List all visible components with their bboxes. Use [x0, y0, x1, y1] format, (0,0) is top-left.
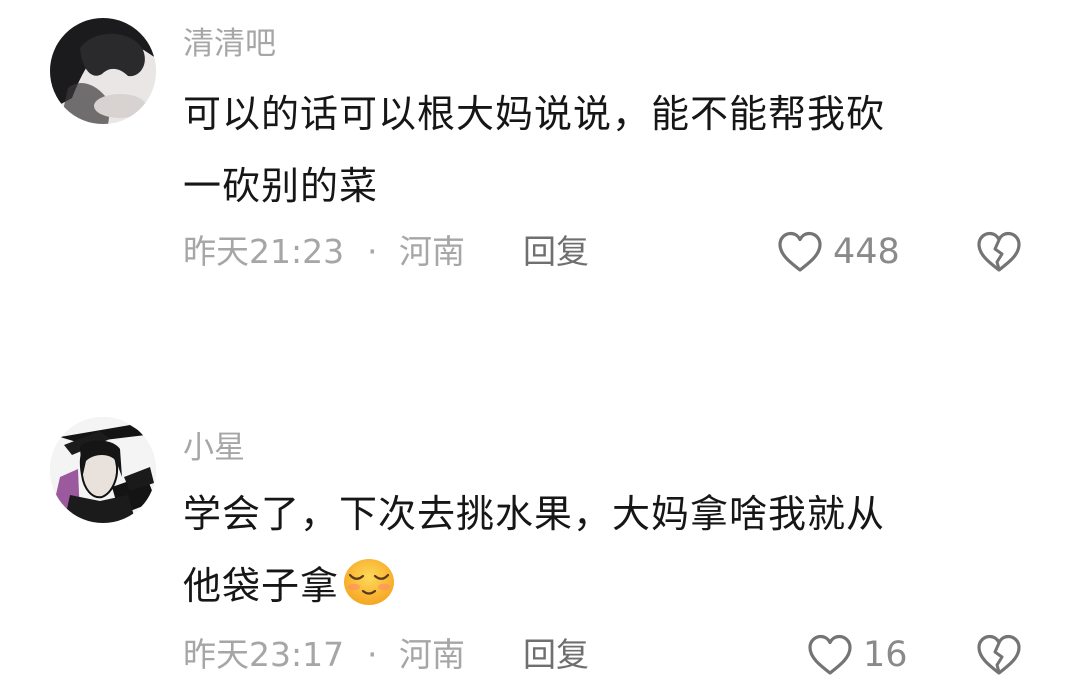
- meta-separator: ·: [367, 232, 378, 271]
- comment-text-line: 一砍别的菜: [183, 164, 379, 208]
- dislike-button[interactable]: [976, 230, 1022, 274]
- comment-meta: 昨天23:17 · 河南 回复 16: [183, 633, 1080, 677]
- like-count: 448: [833, 232, 900, 272]
- smile-emoji-icon: [341, 555, 397, 630]
- broken-heart-icon: [977, 634, 1021, 675]
- username[interactable]: 小星: [183, 430, 245, 466]
- user-avatar[interactable]: [50, 18, 156, 124]
- comment-text-line: 可以的话可以根大妈说说，能不能帮我砍: [183, 92, 886, 136]
- comment-text-line: 他袋子拿: [183, 550, 1013, 630]
- dislike-button[interactable]: [976, 633, 1022, 677]
- username[interactable]: 清清吧: [183, 26, 276, 62]
- anime-character-avatar-icon: [50, 417, 156, 523]
- comment-text: 可以的话可以根大妈说说，能不能帮我砍 一砍别的菜: [183, 78, 1013, 222]
- comment-time: 昨天21:23: [183, 232, 345, 271]
- comment-location: 河南: [399, 635, 465, 674]
- meta-separator: ·: [367, 635, 378, 674]
- broken-heart-icon: [977, 231, 1021, 272]
- user-photo-avatar-icon: [50, 18, 156, 124]
- comment-text: 学会了，下次去挑水果，大妈拿啥我就从 他袋子拿: [183, 478, 1013, 630]
- comment-meta: 昨天21:23 · 河南 回复 448: [183, 230, 1080, 274]
- reply-button[interactable]: 回复: [523, 633, 589, 677]
- heart-outline-icon: [778, 231, 822, 272]
- like-count: 16: [863, 635, 908, 675]
- comment-text-fragment: 他袋子拿: [183, 564, 340, 608]
- comment-text-line: 学会了，下次去挑水果，大妈拿啥我就从: [183, 492, 886, 536]
- comment-location: 河南: [399, 232, 465, 271]
- like-button[interactable]: 16: [807, 633, 908, 677]
- heart-outline-icon: [808, 634, 852, 675]
- user-avatar[interactable]: [50, 417, 156, 523]
- comment-item: 清清吧 可以的话可以根大妈说说，能不能帮我砍 一砍别的菜 昨天21:23 · 河…: [0, 0, 1080, 330]
- like-button[interactable]: 448: [777, 230, 900, 274]
- comment-time: 昨天23:17: [183, 635, 345, 674]
- reply-button[interactable]: 回复: [523, 230, 589, 274]
- comment-item: 小星 学会了，下次去挑水果，大妈拿啥我就从 他袋子拿 昨天23:17 · 河南 …: [0, 405, 1080, 692]
